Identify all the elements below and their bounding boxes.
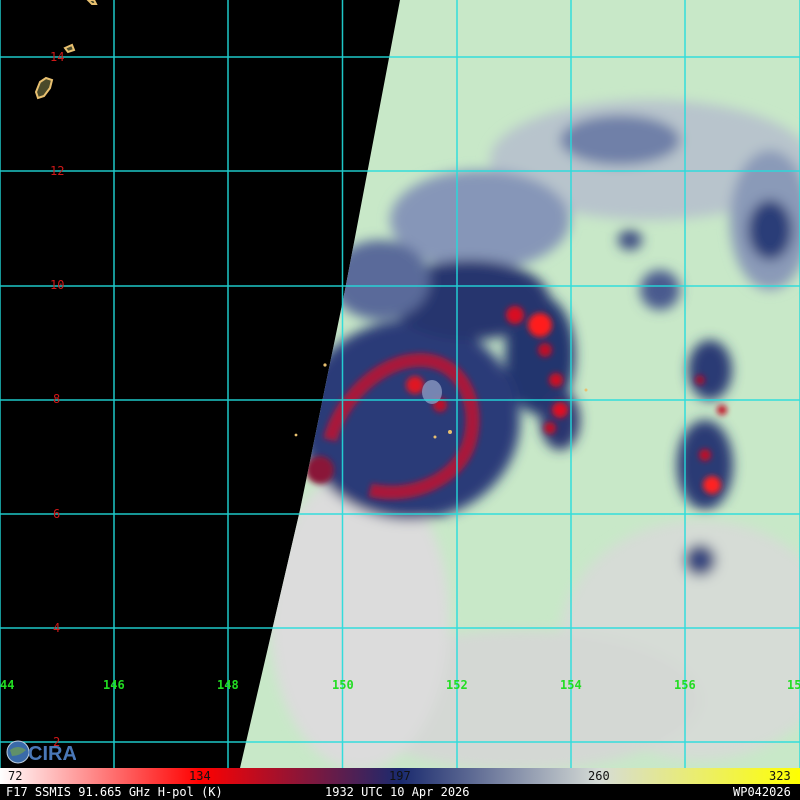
lon-label-146: 146 <box>103 678 125 692</box>
lon-label-144: 44 <box>0 678 15 692</box>
lat-label-10: 10 <box>50 278 65 292</box>
lat-label-4: 4 <box>53 621 61 635</box>
cira-logo: CIRA <box>6 740 76 765</box>
microwave-imagery-map <box>0 0 800 768</box>
lat-label-6: 6 <box>53 507 61 521</box>
lon-label-150: 150 <box>332 678 354 692</box>
colorbar-tick-323: 323 <box>769 769 791 783</box>
lon-label-158: 15 <box>787 678 800 692</box>
colorbar-tick-197: 197 <box>389 769 411 783</box>
datetime-label: 1932 UTC 10 Apr 2026 <box>325 785 470 799</box>
cira-logo-text: CIRA <box>28 743 76 765</box>
satellite-image-viewer: 14 12 10 8 6 4 2 44 146 148 150 152 154 … <box>0 0 800 800</box>
colorbar-tick-72: 72 <box>8 769 23 783</box>
lon-label-156: 156 <box>674 678 696 692</box>
lat-label-8: 8 <box>53 392 61 406</box>
image-caption-bar: F17 SSMIS 91.665 GHz H-pol (K) 1932 UTC … <box>0 784 800 800</box>
lon-label-154: 154 <box>560 678 582 692</box>
lat-label-12: 12 <box>50 164 65 178</box>
lon-label-152: 152 <box>446 678 468 692</box>
colorbar-tick-260: 260 <box>588 769 610 783</box>
storm-id-label: WP042026 <box>733 785 791 799</box>
colorbar-tick-134: 134 <box>189 769 211 783</box>
sensor-label: F17 SSMIS 91.665 GHz H-pol (K) <box>6 785 223 799</box>
lat-label-14: 14 <box>50 50 65 64</box>
lon-label-148: 148 <box>217 678 239 692</box>
